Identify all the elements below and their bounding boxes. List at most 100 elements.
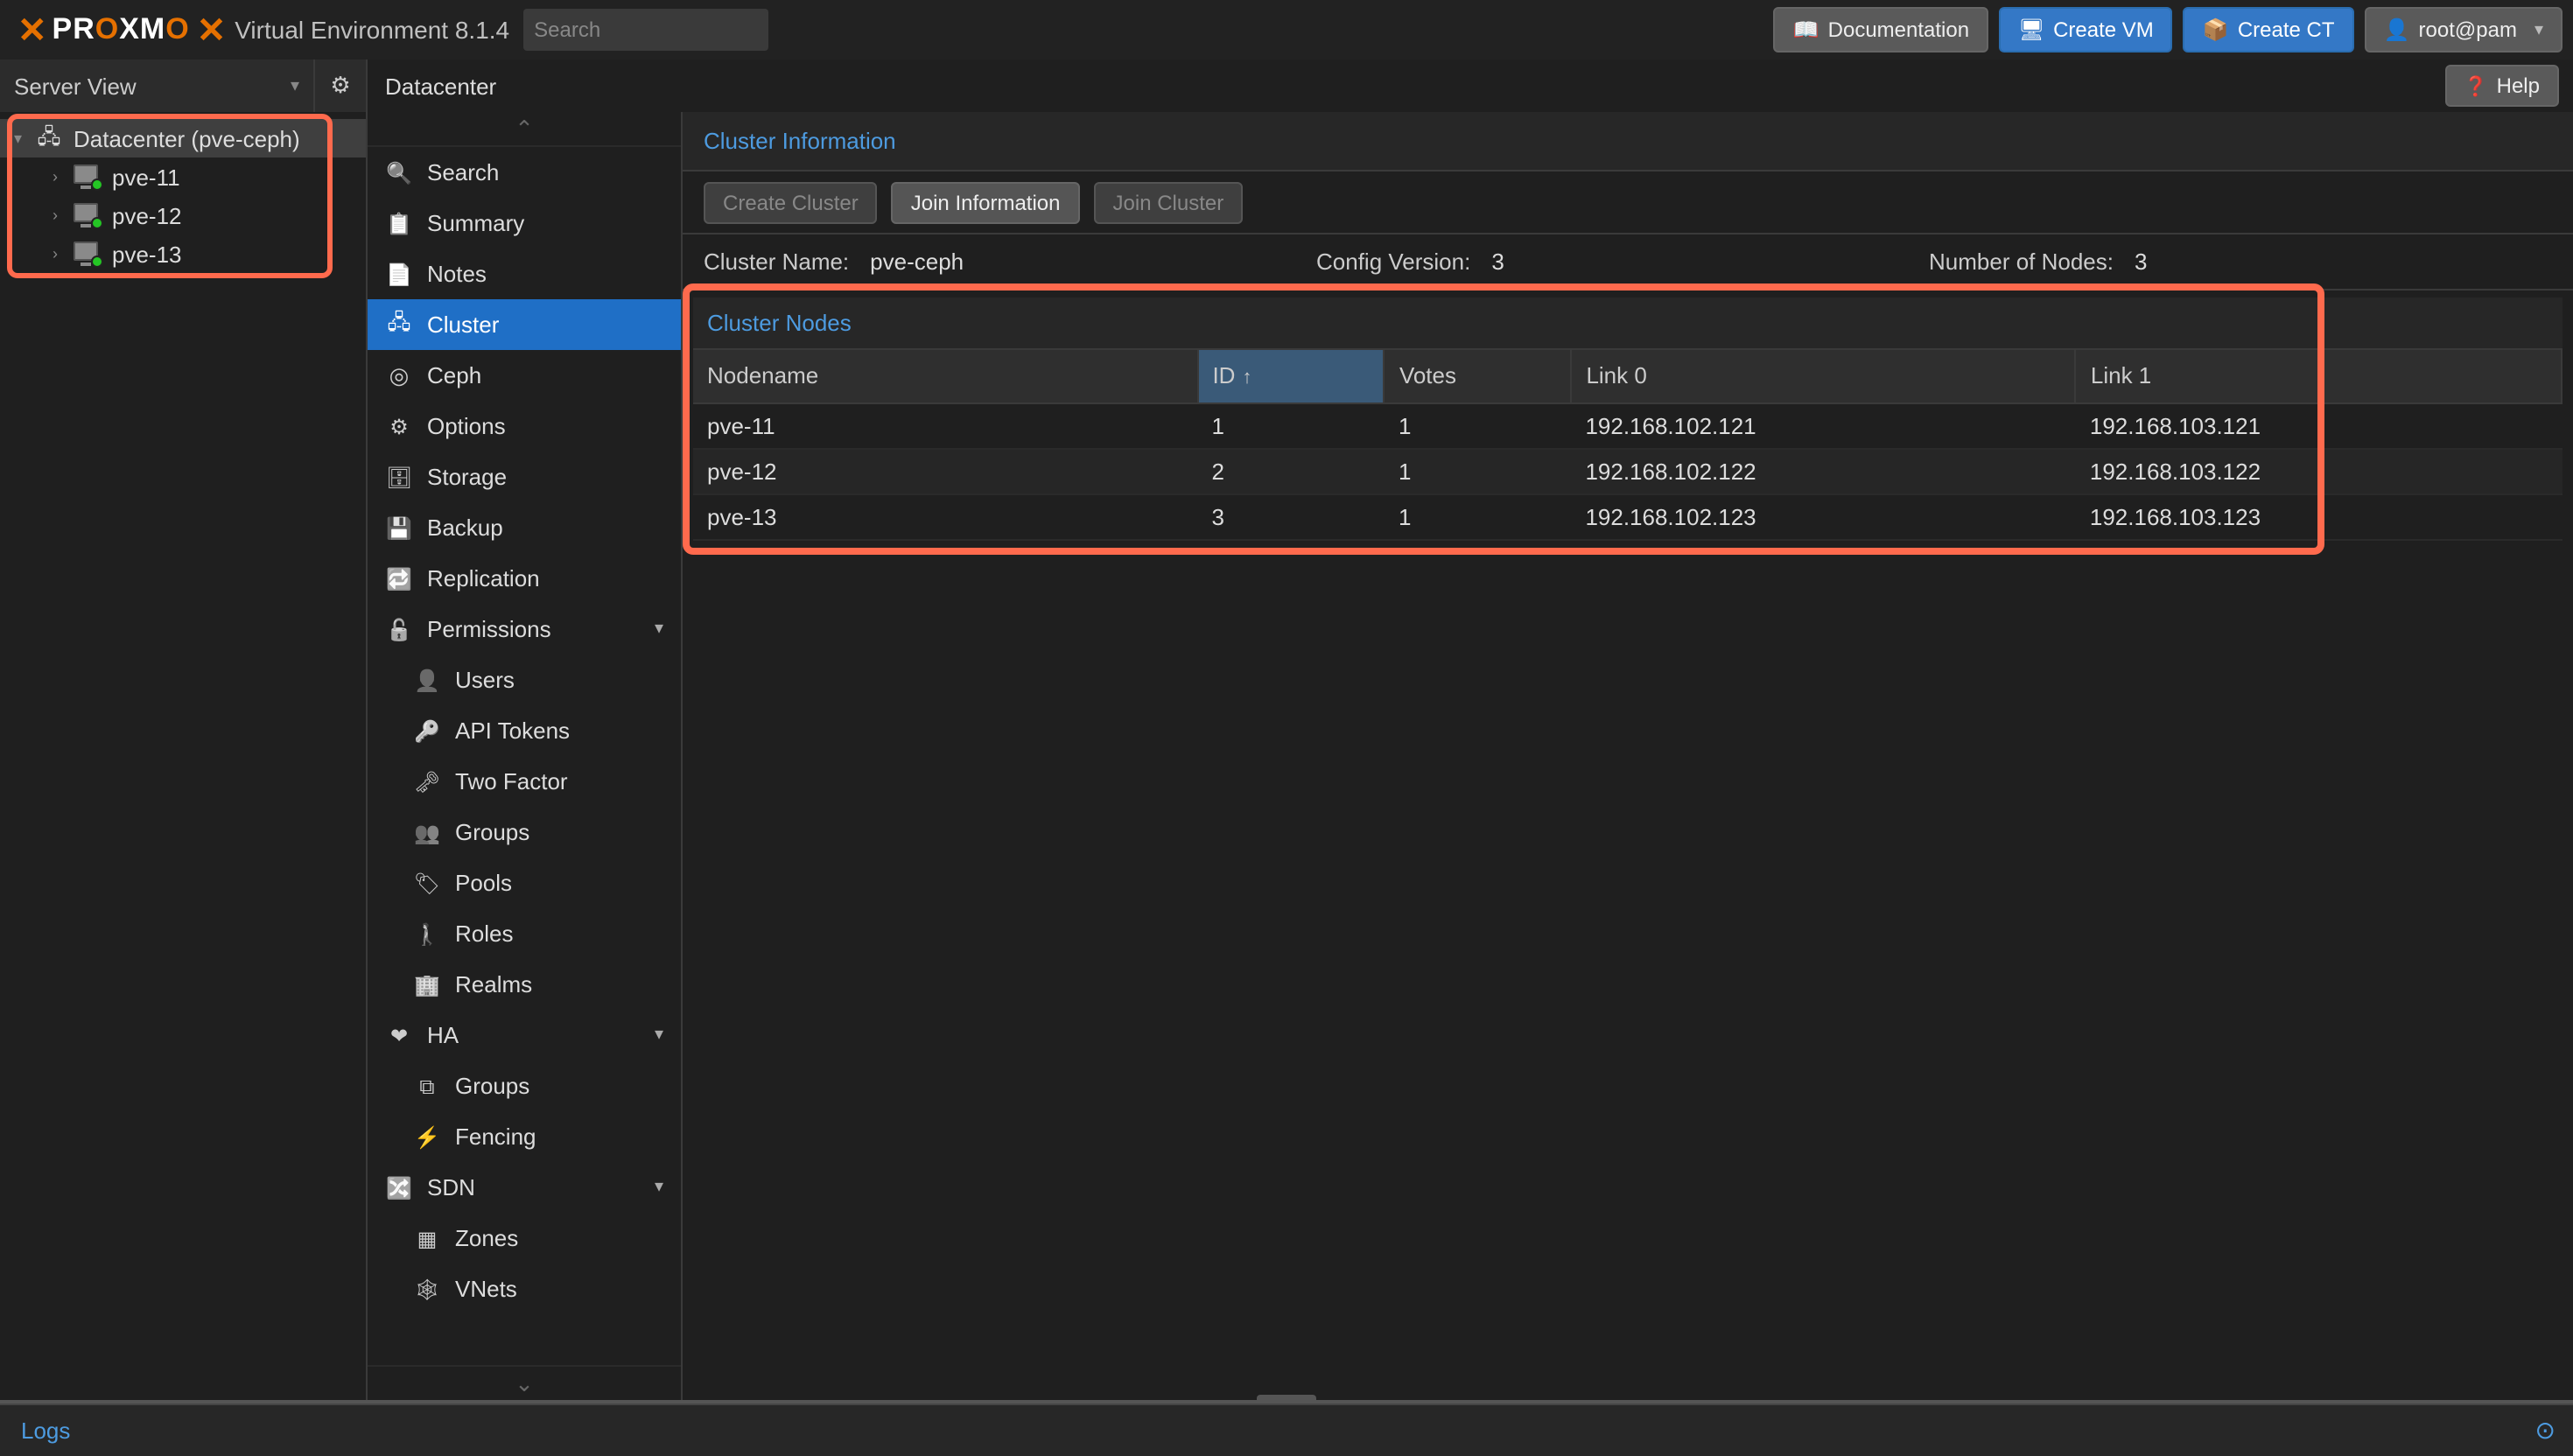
- expand-icon: ›: [53, 245, 74, 262]
- col-votes[interactable]: Votes: [1385, 350, 1572, 402]
- cluster-nodes-section: Cluster Nodes Nodename ID↑ Votes Link 0 …: [693, 298, 2562, 540]
- server-view-selector[interactable]: Server View▾: [0, 60, 315, 112]
- nav-users[interactable]: Users: [368, 654, 681, 705]
- nav-sdn[interactable]: SDN▾: [368, 1162, 681, 1213]
- help-cell: Help: [2430, 60, 2573, 112]
- chevron-down-icon: ▾: [291, 76, 299, 95]
- cluster-icon: [385, 306, 413, 343]
- help-icon: [2464, 74, 2487, 98]
- nav-replication[interactable]: Replication: [368, 553, 681, 604]
- col-id[interactable]: ID↑: [1197, 350, 1385, 402]
- nav-pools[interactable]: Pools: [368, 858, 681, 908]
- breadcrumb: Datacenter: [368, 60, 2430, 112]
- search-input[interactable]: [523, 9, 768, 51]
- resource-tree: ▾ Datacenter (pve-ceph) ›pve-11›pve-12›p…: [0, 112, 368, 1400]
- nav-roles[interactable]: Roles: [368, 908, 681, 959]
- cog-icon: [385, 413, 413, 439]
- config-version-value: 3: [1491, 248, 1504, 275]
- topbar: ✕ PROXMOX ✕ Virtual Environment 8.1.4 Do…: [0, 0, 2573, 60]
- tree-node-pve-11[interactable]: ›pve-11: [39, 158, 366, 196]
- zones-icon: [413, 1225, 441, 1251]
- logo-text: PROXMOX: [53, 12, 190, 47]
- config-version-label: Config Version:: [1316, 248, 1470, 275]
- cluster-info-row: Cluster Name: pve-ceph Config Version: 3…: [683, 234, 2573, 290]
- expand-icon: ▾: [14, 129, 35, 148]
- join-cluster-button[interactable]: Join Cluster: [1094, 181, 1244, 223]
- node-row[interactable]: pve-1331192.168.102.123192.168.103.123: [693, 494, 2562, 539]
- node-icon: [74, 164, 102, 189]
- fence-icon: [413, 1124, 441, 1150]
- ha-icon: [385, 1022, 413, 1048]
- nav-notes[interactable]: Notes: [368, 248, 681, 299]
- config-nav: ⌃ SearchSummaryNotesClusterCephOptionsSt…: [368, 112, 683, 1400]
- content-panel: Cluster Information Create Cluster Join …: [683, 112, 2573, 1400]
- node-row[interactable]: pve-1221192.168.102.122192.168.103.122: [693, 448, 2562, 494]
- nav-options[interactable]: Options: [368, 401, 681, 452]
- nav-realms[interactable]: Realms: [368, 959, 681, 1010]
- col-link1[interactable]: Link 1: [2076, 350, 2562, 402]
- chevron-down-icon: ▾: [2534, 20, 2543, 39]
- cluster-name-label: Cluster Name:: [704, 248, 849, 275]
- expand-icon: ▾: [655, 1026, 663, 1045]
- nav-groups[interactable]: Groups: [368, 1060, 681, 1111]
- nav-cluster[interactable]: Cluster: [368, 299, 681, 350]
- nav-ceph[interactable]: Ceph: [368, 350, 681, 401]
- tree-node-pve-13[interactable]: ›pve-13: [39, 234, 366, 273]
- search-icon: [385, 159, 413, 186]
- create-ct-button[interactable]: Create CT: [2184, 7, 2354, 52]
- logo-x-icon: ✕: [18, 8, 46, 52]
- person-icon: [413, 667, 441, 693]
- logo-x2-icon: ✕: [197, 8, 225, 52]
- note-icon: [385, 261, 413, 287]
- logs-collapse-icon[interactable]: ⊙: [2535, 1416, 2555, 1446]
- tree-node-pve-12[interactable]: ›pve-12: [39, 196, 366, 234]
- nav-zones[interactable]: Zones: [368, 1213, 681, 1264]
- nav-ha[interactable]: HA▾: [368, 1010, 681, 1060]
- nav-summary[interactable]: Summary: [368, 198, 681, 248]
- logs-panel-header[interactable]: Logs ⊙: [0, 1404, 2573, 1456]
- nav-fencing[interactable]: Fencing: [368, 1111, 681, 1162]
- nav-scroll-up[interactable]: ⌃: [368, 112, 681, 147]
- nav-permissions[interactable]: Permissions▾: [368, 604, 681, 654]
- logo: ✕ PROXMOX ✕: [18, 8, 224, 52]
- nav-api-tokens[interactable]: API Tokens: [368, 705, 681, 756]
- nav-search[interactable]: Search: [368, 147, 681, 198]
- cluster-nodes-table: Nodename ID↑ Votes Link 0 Link 1 pve-111…: [693, 350, 2562, 540]
- cube-icon: [2203, 18, 2227, 42]
- cluster-nodes-title: Cluster Nodes: [693, 298, 2562, 350]
- help-button[interactable]: Help: [2444, 65, 2559, 107]
- create-cluster-button[interactable]: Create Cluster: [704, 181, 878, 223]
- repl-icon: [385, 565, 413, 592]
- user-icon: [2384, 18, 2408, 42]
- cluster-name-value: pve-ceph: [870, 248, 964, 275]
- nav-two-factor[interactable]: Two Factor: [368, 756, 681, 807]
- sub-header: Server View▾ Datacenter Help: [0, 60, 2573, 112]
- sdn-icon: [385, 1174, 413, 1200]
- tree-datacenter[interactable]: ▾ Datacenter (pve-ceph): [0, 119, 366, 158]
- grp-icon: [413, 1072, 441, 1100]
- group-icon: [413, 819, 441, 845]
- lock-icon: [385, 616, 413, 642]
- documentation-button[interactable]: Documentation: [1774, 7, 1988, 52]
- col-nodename[interactable]: Nodename: [693, 350, 1197, 402]
- nav-backup[interactable]: Backup: [368, 502, 681, 553]
- user-menu-button[interactable]: root@pam▾: [2365, 7, 2562, 52]
- node-count-value: 3: [2135, 248, 2147, 275]
- nav-storage[interactable]: Storage: [368, 452, 681, 502]
- expand-icon: ▾: [655, 620, 663, 639]
- create-vm-button[interactable]: Create VM: [1999, 7, 2173, 52]
- join-information-button[interactable]: Join Information: [892, 181, 1080, 223]
- node-row[interactable]: pve-1111192.168.102.121192.168.103.121: [693, 402, 2562, 448]
- nav-scroll-down[interactable]: ⌄: [368, 1365, 681, 1400]
- db-icon: [385, 464, 413, 490]
- monitor-icon: [2018, 18, 2043, 42]
- col-link0[interactable]: Link 0: [1571, 350, 2075, 402]
- cluster-toolbar: Create Cluster Join Information Join Clu…: [683, 172, 2573, 234]
- nav-vnets[interactable]: VNets: [368, 1264, 681, 1314]
- key-icon: [413, 718, 441, 744]
- node-icon: [74, 203, 102, 228]
- save-icon: [385, 514, 413, 541]
- expand-icon: ›: [53, 168, 74, 186]
- nav-groups[interactable]: Groups: [368, 807, 681, 858]
- tree-settings-button[interactable]: [315, 60, 368, 112]
